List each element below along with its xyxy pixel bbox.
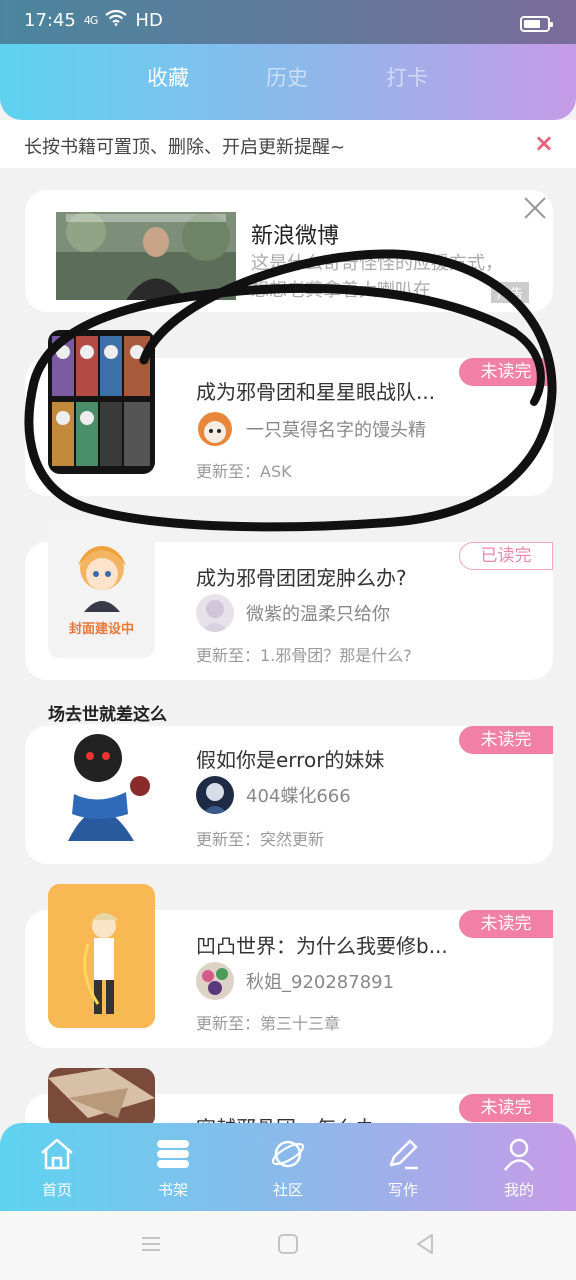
signal-icon: 4G	[83, 14, 98, 27]
book-title: 成为邪骨团和星星眼战队...	[196, 380, 436, 404]
tab-checkin[interactable]: 打卡	[386, 62, 428, 92]
read-badge: 已读完	[459, 542, 553, 570]
bookshelf-icon	[128, 1135, 218, 1173]
unread-badge: 未读完	[459, 358, 553, 386]
status-bar: 17:45 4G HD	[0, 0, 576, 44]
status-time: 17:45	[24, 10, 76, 31]
nav-label: 我的	[503, 1181, 534, 1199]
tip-text: 长按书籍可置顶、删除、开启更新提醒~	[24, 137, 346, 158]
author-name: 秋姐_920287891	[246, 972, 395, 993]
nav-write[interactable]: 写作	[358, 1135, 448, 1200]
author-name: 404蝶化666	[246, 786, 351, 807]
nav-community[interactable]: 社区	[243, 1135, 333, 1200]
unread-badge: 未读完	[459, 910, 553, 938]
tab-favorites[interactable]: 收藏	[147, 62, 189, 92]
book-cover[interactable]	[48, 1068, 155, 1128]
overhang-text: 场去世就差这么	[48, 705, 167, 725]
nav-label: 首页	[41, 1181, 72, 1199]
nav-label: 社区	[272, 1181, 303, 1199]
author-avatar	[196, 776, 234, 814]
header: 17:45 4G HD 收藏 历史 打卡	[0, 0, 576, 120]
system-nav-bar	[0, 1211, 576, 1280]
tip-bar: 长按书籍可置顶、删除、开启更新提醒~ ×	[0, 120, 576, 168]
book-cover[interactable]	[48, 724, 155, 841]
author-avatar	[196, 594, 234, 632]
author-name: 微紫的温柔只给你	[246, 604, 390, 625]
ad-image	[56, 212, 236, 300]
update-text: 更新至：突然更新	[196, 830, 325, 849]
update-text: 更新至：第三十三章	[196, 1014, 341, 1033]
planet-icon	[243, 1135, 333, 1173]
ad-description: 这是什么奇奇怪怪的应援方式，想想老龚拿着大喇叭在	[251, 253, 503, 301]
tip-close-button[interactable]: ×	[534, 129, 554, 157]
cover-placeholder-text: 封面建设中	[68, 622, 134, 637]
book-cover[interactable]	[48, 330, 155, 474]
nav-label: 书架	[157, 1181, 188, 1199]
nav-home[interactable]: 首页	[12, 1135, 102, 1200]
nav-label: 写作	[387, 1181, 418, 1199]
ad-title: 新浪微博	[251, 224, 340, 249]
nav-profile[interactable]: 我的	[474, 1135, 564, 1200]
author-name: 一只莫得名字的馒头精	[246, 420, 426, 441]
book-title: 假如你是error的妹妹	[196, 748, 385, 772]
book-title: 凹凸世界：为什么我要修b...	[196, 934, 448, 958]
ad-card[interactable]: 新浪微博 这是什么奇奇怪怪的应援方式，想想老龚拿着大喇叭在 广告	[25, 190, 553, 312]
home-icon	[12, 1135, 102, 1173]
book-cover[interactable]: 封面建设中	[48, 520, 155, 658]
tabs: 收藏 历史 打卡	[0, 62, 576, 102]
home-button-icon[interactable]	[277, 1233, 299, 1259]
wifi-icon	[105, 9, 128, 31]
menu-icon[interactable]	[140, 1233, 162, 1259]
unread-badge: 未读完	[459, 726, 553, 754]
hd-label: HD	[135, 10, 163, 31]
nav-bookshelf[interactable]: 书架	[128, 1135, 218, 1200]
tab-history[interactable]: 历史	[266, 62, 308, 92]
author-avatar	[196, 962, 234, 1000]
book-cover[interactable]	[48, 884, 155, 1028]
update-text: 更新至：1.邪骨团？那是什么?	[196, 646, 412, 665]
bottom-nav: 首页 书架 社区 写作 我的	[0, 1123, 576, 1211]
pen-icon	[358, 1135, 448, 1173]
battery-icon	[520, 16, 553, 32]
update-text: 更新至：ASK	[196, 462, 292, 481]
unread-badge: 未读完	[459, 1094, 553, 1122]
back-icon[interactable]	[414, 1233, 436, 1259]
ad-tag: 广告	[491, 282, 530, 303]
author-avatar	[196, 410, 234, 448]
user-icon	[474, 1135, 564, 1173]
ad-close-icon[interactable]	[521, 194, 549, 222]
book-title: 成为邪骨团团宠肿么办?	[196, 566, 407, 590]
